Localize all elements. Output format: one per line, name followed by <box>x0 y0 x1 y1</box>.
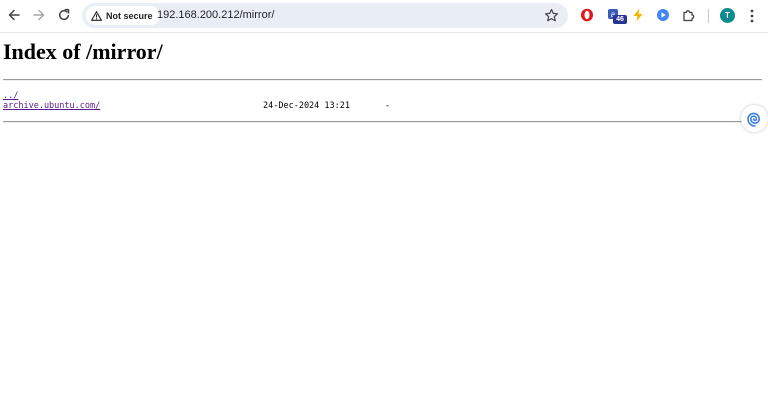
security-label: Not secure <box>106 10 153 21</box>
list-item: archive.ubuntu.com/ 24-Dec-2024 13:21 - <box>3 101 390 111</box>
url-text[interactable]: 192.168.200.212/mirror/ <box>157 9 274 21</box>
security-chip[interactable]: Not secure <box>86 6 160 25</box>
modified-date: 24-Dec-2024 13:21 <box>263 101 350 111</box>
warning-triangle-icon <box>91 10 102 21</box>
spiral-icon <box>746 112 760 127</box>
bookmark-star-icon[interactable] <box>544 8 559 23</box>
forward-button[interactable] <box>28 4 50 26</box>
list-item: ../ <box>3 91 100 101</box>
reload-icon <box>59 8 70 21</box>
page-content: Index of /mirror/ ../ archive.ubuntu.com… <box>0 33 768 418</box>
arrow-right-icon <box>33 9 45 21</box>
arrow-left-icon <box>8 9 20 21</box>
toolbar-separator <box>708 9 709 23</box>
directory-link[interactable]: archive.ubuntu.com/ <box>3 101 100 111</box>
profile-avatar[interactable]: T <box>720 8 735 23</box>
top-divider <box>3 79 762 81</box>
lightning-bolt-icon <box>633 8 643 22</box>
opera-logo-icon <box>581 8 593 22</box>
directory-listing: ../ archive.ubuntu.com/ 24-Dec-2024 13:2… <box>3 91 390 111</box>
file-size: - <box>385 101 391 111</box>
more-options-icon[interactable] <box>746 7 758 25</box>
translate-extension-icon[interactable]: a 46 <box>605 6 627 24</box>
assistant-sidebar-button[interactable] <box>741 105 768 132</box>
page-title: Index of /mirror/ <box>3 39 163 64</box>
parent-directory-link[interactable]: ../ <box>3 91 18 101</box>
extension-badge: 46 <box>613 15 627 24</box>
play-circle-icon <box>657 9 669 21</box>
browser-toolbar: Not secure 192.168.200.212/mirror/ a 46 <box>0 0 768 33</box>
opera-extension-icon[interactable] <box>578 6 596 24</box>
reload-button[interactable] <box>53 4 75 26</box>
lightning-extension-icon[interactable] <box>629 6 647 24</box>
play-extension-icon[interactable] <box>654 6 672 24</box>
bottom-divider <box>3 121 762 123</box>
back-button[interactable] <box>3 4 25 26</box>
puzzle-piece-icon <box>683 10 695 22</box>
address-bar[interactable]: Not secure 192.168.200.212/mirror/ <box>82 3 568 28</box>
extensions-menu-button[interactable] <box>680 6 698 24</box>
